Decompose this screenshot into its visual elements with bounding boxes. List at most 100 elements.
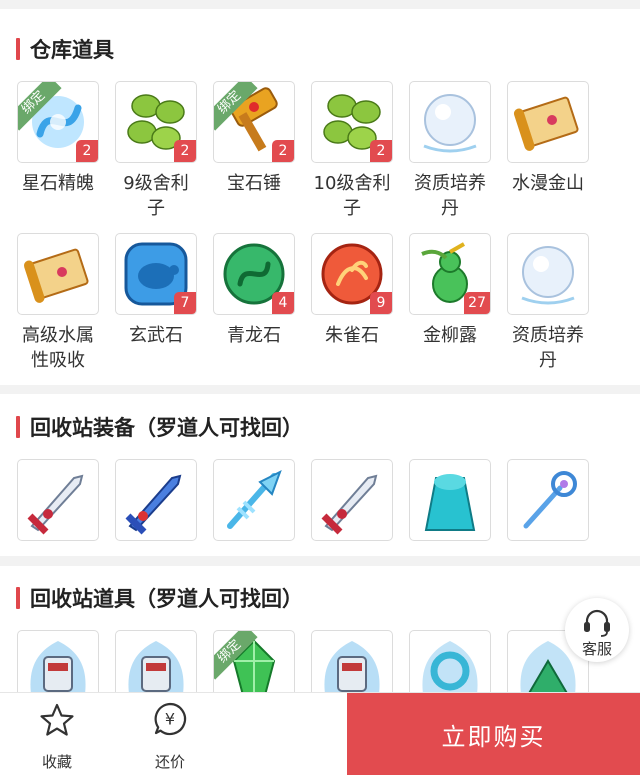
item-count-badge: 4	[272, 292, 294, 314]
inventory-item[interactable]: 高级水属性吸收	[17, 233, 99, 373]
item-count-badge: 27	[464, 292, 490, 314]
item-name: 青龙石	[227, 325, 281, 346]
star-icon	[40, 703, 74, 736]
cyan-cloak-icon	[424, 474, 476, 531]
title-accent-bar	[16, 38, 20, 60]
yen-chat-icon: ¥	[154, 702, 187, 736]
inventory-item[interactable]	[213, 459, 295, 541]
buy-now-button[interactable]: 立即购买	[347, 693, 640, 775]
item-name: 水漫金山	[512, 173, 584, 194]
item-name: 朱雀石	[325, 325, 379, 346]
favorite-button[interactable]: 收藏	[17, 693, 97, 775]
section-title-text: 回收站道具（罗道人可找回）	[30, 587, 303, 611]
title-accent-bar	[16, 587, 20, 609]
red-sword-icon	[27, 474, 84, 535]
item-icon-frame	[507, 81, 589, 163]
scroll-icon	[513, 96, 579, 151]
item-icon-frame: 27	[409, 233, 491, 315]
inventory-item[interactable]	[409, 630, 491, 692]
inventory-item[interactable]	[311, 459, 393, 541]
inventory-item[interactable]	[115, 630, 197, 692]
item-icon-frame	[507, 233, 589, 315]
inventory-item[interactable]	[507, 459, 589, 541]
recycle-items-section: 回收站道具（罗道人可找回） 绑定	[0, 566, 640, 692]
item-icon-frame	[17, 459, 99, 541]
headset-icon	[584, 609, 610, 637]
customer-service-label: 客服	[581, 640, 612, 658]
inventory-item[interactable]: 绑定	[213, 630, 295, 692]
section-title-text: 仓库道具	[30, 38, 114, 62]
ice-spear-icon	[227, 469, 282, 529]
item-count-badge: 2	[76, 140, 98, 162]
inventory-item[interactable]: 7 玄武石	[115, 233, 197, 348]
item-name: 资质培养丹	[414, 173, 486, 219]
armor-icon	[324, 641, 380, 692]
item-icon-frame	[409, 459, 491, 541]
item-icon-frame	[17, 630, 99, 692]
armor-icon	[128, 641, 184, 692]
customer-service-button[interactable]: 客服	[565, 598, 629, 662]
item-icon-frame: 4	[213, 233, 295, 315]
item-name: 10级舍利子	[313, 173, 391, 219]
white-pill-icon	[423, 94, 477, 153]
red-sword-icon	[321, 474, 378, 535]
inventory-item[interactable]: 绑定 2 星石精魄	[17, 81, 99, 196]
inventory-item[interactable]: 2 9级舍利子	[115, 81, 197, 221]
item-icon-frame	[17, 233, 99, 315]
inventory-item[interactable]	[409, 459, 491, 541]
inventory-item[interactable]: 水漫金山	[507, 81, 589, 196]
title-accent-bar	[16, 416, 20, 438]
recycle-items-section-title: 回收站道具（罗道人可找回）	[16, 583, 303, 613]
blue-sword-icon	[125, 474, 182, 535]
favorite-label: 收藏	[41, 753, 72, 771]
item-name: 金柳露	[423, 325, 477, 346]
armor-icon	[30, 641, 86, 692]
item-icon-frame	[115, 459, 197, 541]
item-icon-frame: 2	[311, 81, 393, 163]
item-icon-frame	[409, 630, 491, 692]
item-icon-frame: 绑定 2	[213, 81, 295, 163]
inventory-item[interactable]: 2 10级舍利子	[311, 81, 393, 221]
white-pill-icon	[521, 246, 575, 305]
inventory-item[interactable]: 9 朱雀石	[311, 233, 393, 348]
bargain-label: 还价	[154, 753, 185, 771]
item-count-badge: 2	[370, 140, 392, 162]
item-icon-frame	[311, 630, 393, 692]
scroll-icon	[23, 248, 89, 303]
inventory-item[interactable]: 4 青龙石	[213, 233, 295, 348]
warehouse-section: 仓库道具 绑定 2 星石精魄 2 9级舍利子 绑定 2 宝石锤 2 10级舍利子 资质培养丹 水漫金山…	[0, 9, 640, 385]
section-title-text: 回收站装备（罗道人可找回）	[30, 416, 303, 440]
item-icon-frame	[213, 459, 295, 541]
recycle-equipment-section: 回收站装备（罗道人可找回）	[0, 394, 640, 556]
inventory-item[interactable]	[17, 459, 99, 541]
item-name: 星石精魄	[22, 173, 94, 194]
item-icon-frame: 9	[311, 233, 393, 315]
inventory-item[interactable]: 27 金柳露	[409, 233, 491, 348]
item-count-badge: 2	[174, 140, 196, 162]
recycle-equipment-section-title: 回收站装备（罗道人可找回）	[16, 412, 303, 442]
item-icon-frame: 2	[115, 81, 197, 163]
item-name: 高级水属性吸收	[22, 325, 94, 371]
item-icon-frame	[311, 459, 393, 541]
item-icon-frame: 绑定 2	[17, 81, 99, 163]
inventory-item[interactable]	[115, 459, 197, 541]
inventory-item[interactable]: 资质培养丹	[507, 233, 589, 373]
bottom-action-bar: 收藏 ¥ 还价 立即购买	[0, 692, 640, 775]
item-icon-frame	[507, 459, 589, 541]
item-icon-frame: 绑定	[213, 630, 295, 692]
item-name: 玄武石	[129, 325, 183, 346]
inventory-item[interactable]	[311, 630, 393, 692]
item-name: 9级舍利子	[123, 173, 189, 219]
bargain-button[interactable]: ¥ 还价	[130, 693, 210, 775]
item-icon-frame	[115, 630, 197, 692]
jade-ring-icon	[422, 641, 478, 692]
inventory-item[interactable]: 绑定 2 宝石锤	[213, 81, 295, 196]
inventory-item[interactable]	[17, 630, 99, 692]
blue-staff-icon	[523, 471, 577, 529]
item-count-badge: 7	[174, 292, 196, 314]
svg-text:¥: ¥	[165, 710, 175, 729]
inventory-item[interactable]: 资质培养丹	[409, 81, 491, 221]
item-icon-frame	[409, 81, 491, 163]
warehouse-section-title: 仓库道具	[16, 34, 114, 64]
item-count-badge: 2	[272, 140, 294, 162]
